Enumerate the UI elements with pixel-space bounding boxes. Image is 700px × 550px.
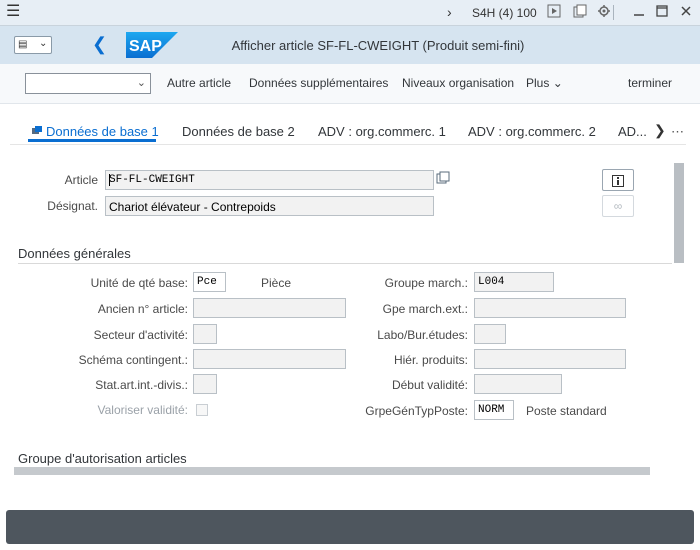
tab-basic-data-2[interactable]: Données de base 2 xyxy=(182,124,295,139)
finish-button[interactable]: terminer xyxy=(628,76,672,90)
chevron-right-icon[interactable]: ❯ xyxy=(654,122,666,139)
sector-label: Secteur d'activité: xyxy=(93,328,188,342)
tab-strip: Données de base 1 Données de base 2 ADV … xyxy=(0,104,700,144)
active-tab-indicator xyxy=(28,139,156,142)
text-cursor xyxy=(109,174,110,186)
tab-truncated[interactable]: AD... xyxy=(618,124,647,139)
chevron-down-icon: ⌄ xyxy=(136,77,146,89)
menu-icon[interactable]: ☰ xyxy=(6,4,20,20)
article-value: SF-FL-CWEIGHT xyxy=(109,174,195,186)
glasses-icon: ∞ xyxy=(613,199,623,213)
info-button[interactable] xyxy=(602,169,634,191)
info-icon xyxy=(612,173,624,187)
material-group-label: Groupe march.: xyxy=(384,276,468,290)
authorization-section-title: Groupe d'autorisation articles xyxy=(18,451,187,466)
more-button-label: Plus xyxy=(526,76,550,90)
org-levels-button[interactable]: Niveaux organisation xyxy=(402,76,514,90)
general-data-section-title: Données générales xyxy=(18,246,131,261)
item-category-group-text: Poste standard xyxy=(526,404,607,418)
sector-field[interactable] xyxy=(193,324,217,344)
base-unit-text: Pièce xyxy=(261,276,292,290)
item-category-group-value: NORM xyxy=(478,404,505,416)
valuate-validity-checkbox[interactable] xyxy=(196,404,208,416)
product-hierarchy-field[interactable] xyxy=(474,349,626,369)
more-tabs-icon[interactable]: ⋯ xyxy=(671,124,684,140)
chevron-right-icon[interactable]: › xyxy=(447,4,452,20)
page-title: Afficher article SF-FL-CWEIGHT (Produit … xyxy=(231,38,525,53)
base-unit-value: Pce xyxy=(197,276,217,288)
product-hierarchy-label: Hiér. produits: xyxy=(393,353,468,367)
maximize-icon[interactable] xyxy=(655,4,669,18)
other-article-button[interactable]: Autre article xyxy=(167,76,231,90)
tab-sales-org-1[interactable]: ADV : org.commerc. 1 xyxy=(318,124,446,139)
base-unit-label: Unité de qté base: xyxy=(90,276,188,290)
valid-from-field[interactable] xyxy=(474,374,562,394)
article-field[interactable]: SF-FL-CWEIGHT xyxy=(105,170,434,190)
toolbar: ⌄ Autre article Données supplémentaires … xyxy=(0,64,700,104)
quota-schema-field[interactable] xyxy=(193,349,346,369)
play-icon[interactable] xyxy=(547,4,561,18)
stat-label: Stat.art.int.-divis.: xyxy=(95,378,188,392)
material-group-field[interactable]: L004 xyxy=(474,272,554,292)
copy-icon[interactable] xyxy=(436,171,450,188)
item-category-group-label: GrpeGénTypPoste: xyxy=(365,404,468,418)
old-article-field[interactable] xyxy=(193,298,346,318)
vertical-scrollbar[interactable] xyxy=(674,163,684,263)
stat-field[interactable] xyxy=(193,374,217,394)
tab-basic-data-1[interactable]: Données de base 1 xyxy=(46,124,159,139)
lab-office-field[interactable] xyxy=(474,324,506,344)
valuate-validity-label: Valoriser validité: xyxy=(97,403,188,417)
article-label: Article xyxy=(64,173,98,187)
valid-from-label: Début validité: xyxy=(391,378,468,392)
basic-data-tab-icon xyxy=(32,126,42,134)
title-bar: ▤ ⌄ ❮ SAP Afficher article SF-FL-CWEIGHT… xyxy=(0,26,700,64)
lab-office-label: Labo/Bur.études: xyxy=(377,328,468,342)
material-group-value: L004 xyxy=(478,276,505,288)
system-bar: ☰ › S4H (4) 100 xyxy=(0,0,700,26)
copy-icon[interactable] xyxy=(573,4,587,18)
chevron-down-icon: ⌄ xyxy=(552,76,563,90)
designation-field[interactable]: Chariot élévateur - Contrepoids xyxy=(105,196,434,216)
display-button[interactable]: ∞ xyxy=(602,195,634,217)
ext-material-group-field[interactable] xyxy=(474,298,626,318)
item-category-group-field[interactable]: NORM xyxy=(474,400,514,420)
quota-schema-label: Schéma contingent.: xyxy=(78,353,188,367)
additional-data-button[interactable]: Données supplémentaires xyxy=(249,76,388,90)
settings-icon[interactable] xyxy=(597,4,611,18)
tab-sales-org-2[interactable]: ADV : org.commerc. 2 xyxy=(468,124,596,139)
minimize-icon[interactable] xyxy=(632,4,646,18)
horizontal-scrollbar[interactable] xyxy=(14,467,650,475)
close-icon[interactable] xyxy=(679,4,693,18)
designation-label: Désignat. xyxy=(47,199,98,213)
system-label: S4H (4) 100 xyxy=(472,6,537,20)
status-bar xyxy=(6,510,694,544)
old-article-label: Ancien n° article: xyxy=(97,302,188,316)
section-divider xyxy=(18,263,672,264)
designation-value: Chariot élévateur - Contrepoids xyxy=(109,200,276,214)
base-unit-field[interactable]: Pce xyxy=(193,272,226,292)
okcode-input[interactable]: ⌄ xyxy=(25,73,151,94)
ext-material-group-label: Gpe march.ext.: xyxy=(382,302,468,316)
more-button[interactable]: Plus ⌄ xyxy=(526,76,563,90)
separator xyxy=(613,5,614,20)
